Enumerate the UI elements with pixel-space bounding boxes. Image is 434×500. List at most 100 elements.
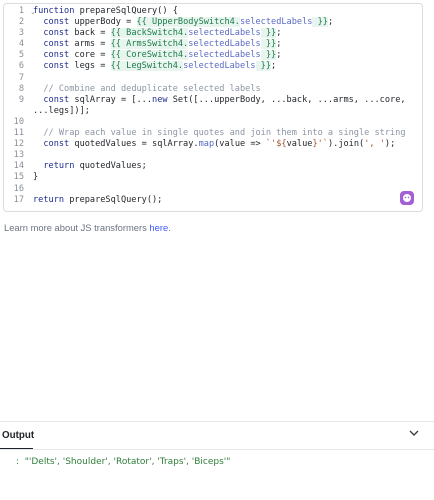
line-number: 3 (18, 28, 24, 39)
line-number: 10 (13, 116, 24, 127)
code-token: core = (74, 50, 111, 61)
code-editor[interactable]: 1 function prepareSqlQuery() {2 const upp… (3, 3, 423, 212)
code-token: ).join( (327, 139, 365, 150)
line-number: 5 (18, 50, 24, 61)
line-number: 15 (13, 172, 24, 183)
output-separator (0, 449, 434, 450)
code-token: {{ LegSwitch4. (110, 61, 184, 72)
code-line[interactable]: ...legs])]; (4, 106, 422, 117)
code-lines[interactable]: 1 function prepareSqlQuery() {2 const upp… (4, 6, 422, 206)
learn-more-label: Learn more about JS transformers (4, 222, 150, 233)
line-number: 1 (18, 6, 24, 16)
code-line[interactable]: 1 function prepareSqlQuery() { (4, 6, 422, 17)
code-token: ); (384, 139, 396, 150)
code-token: ; (276, 39, 282, 50)
fold-chevron-down-icon[interactable]: ⌄ (30, 8, 36, 16)
code-token: sqlArray = [... (74, 94, 153, 105)
learn-more-link[interactable]: here (149, 222, 168, 233)
code-line[interactable]: 2 const upperBody = {{ UpperBodySwitch4.… (4, 17, 422, 28)
code-text: const core = {{ CoreSwitch4.selectedLabe… (26, 50, 281, 61)
code-token: Set([...upperBody, ...back, ...arms, ...… (172, 94, 406, 105)
code-token: arms = (74, 39, 111, 50)
code-token: selectedLabels (188, 50, 261, 61)
code-line[interactable]: 12 const quotedValues = sqlArray.map(val… (4, 139, 422, 150)
code-token: `'${ (265, 139, 287, 150)
output-title: Output (2, 430, 35, 441)
line-number: 9 (18, 94, 24, 105)
code-line[interactable]: 9 const sqlArray = [...new Set([...upper… (4, 95, 422, 106)
code-token: }} (255, 61, 272, 72)
code-line[interactable]: 11 // Wrap each value in single quotes a… (4, 128, 422, 139)
code-line[interactable]: 15} (4, 172, 422, 183)
assistant-glyph-icon (403, 194, 411, 202)
code-text: return quotedValues; (26, 161, 147, 172)
code-token: ; (276, 50, 282, 61)
code-text: return prepareSqlQuery(); (26, 195, 162, 206)
code-token: }} (260, 50, 277, 61)
code-text: const upperBody = {{ UpperBodySwitch4.se… (26, 17, 333, 28)
code-token: const (43, 28, 75, 39)
code-text: // Wrap each value in single quotes and … (26, 128, 405, 139)
code-token: ; (271, 61, 277, 72)
code-line[interactable]: 16 (4, 184, 422, 195)
line-number: 13 (13, 150, 24, 161)
code-line[interactable]: 13 (4, 150, 422, 161)
code-line[interactable]: 8 // Combine and deduplicate selected la… (4, 84, 422, 95)
code-token: (value => (214, 139, 266, 150)
code-token: const (43, 61, 75, 72)
code-token: selectedLabels (183, 61, 256, 72)
code-line[interactable]: 3 const back = {{ BackSwitch4.selectedLa… (4, 28, 422, 39)
chevron-down-icon[interactable] (409, 428, 419, 440)
output-header[interactable]: Output (0, 422, 434, 450)
code-token: {{ UpperBodySwitch4. (136, 17, 240, 28)
code-token: function (33, 6, 80, 16)
code-text: const quotedValues = sqlArray.map(value … (26, 139, 395, 150)
code-token: quotedValues = sqlArray. (74, 139, 199, 150)
code-token: value (286, 139, 313, 150)
code-token: upperBody = (74, 17, 137, 28)
code-line[interactable]: 6 const legs = {{ LegSwitch4.selectedLab… (4, 61, 422, 72)
line-number: 12 (13, 139, 24, 150)
code-token: ', ' (364, 139, 385, 150)
code-token: } (33, 172, 39, 183)
line-number: 2 (18, 17, 24, 28)
code-token: quotedValues; (79, 161, 147, 172)
line-number: 11 (13, 128, 24, 139)
code-token: return (33, 194, 70, 205)
code-token: selectedLabels (239, 17, 313, 28)
code-token: const (43, 50, 75, 61)
code-token: legs = (74, 61, 111, 72)
code-line[interactable]: 7 (4, 73, 422, 84)
code-token: prepareSqlQuery() { (79, 6, 178, 16)
code-token: back = (74, 28, 111, 39)
code-text: const back = {{ BackSwitch4.selectedLabe… (26, 28, 281, 39)
code-token: }'` (312, 139, 328, 150)
code-token: // Combine and deduplicate selected labe… (43, 83, 261, 94)
code-line[interactable]: 5 const core = {{ CoreSwitch4.selectedLa… (4, 50, 422, 61)
code-text: // Combine and deduplicate selected labe… (26, 83, 261, 95)
code-text: function prepareSqlQuery() { (26, 6, 178, 17)
line-number: 14 (13, 161, 24, 172)
code-token: prepareSqlQuery(); (69, 194, 163, 205)
line-number: 16 (13, 183, 24, 194)
line-number: 17 (13, 194, 24, 205)
code-token: ...legs])]; (33, 105, 90, 116)
code-line[interactable]: 14 return quotedValues; (4, 161, 422, 172)
code-line[interactable]: 10 (4, 117, 422, 128)
code-token: return (43, 161, 80, 172)
code-token: ; (327, 17, 334, 28)
code-line[interactable]: 4 const arms = {{ ArmsSwitch4.selectedLa… (4, 39, 422, 50)
ai-assistant-icon[interactable] (400, 191, 414, 205)
code-line[interactable]: 17 return prepareSqlQuery(); (4, 195, 422, 206)
code-token: {{ CoreSwitch4. (110, 50, 189, 61)
code-token: map (198, 139, 215, 150)
code-text: const arms = {{ ArmsSwitch4.selectedLabe… (26, 39, 281, 50)
